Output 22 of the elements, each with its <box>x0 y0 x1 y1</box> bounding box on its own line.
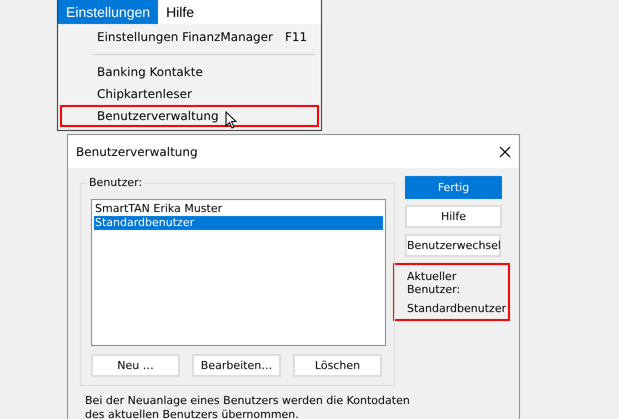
action-button[interactable]: Benutzerwechsel <box>405 234 501 257</box>
list-item[interactable]: Standardbenutzer <box>94 216 383 230</box>
menu-item[interactable]: Banking Kontakte <box>97 65 203 79</box>
menu-item[interactable]: Einstellungen FinanzManager <box>97 30 273 44</box>
action-button[interactable]: Bearbeiten… <box>192 354 281 377</box>
window-title: Benutzerverwaltung <box>76 144 198 158</box>
user-list[interactable]: SmartTAN Erika Muster Standardbenutzer <box>91 199 386 346</box>
primary-button[interactable]: Fertig <box>405 176 502 199</box>
action-button[interactable]: Hilfe <box>405 205 502 228</box>
cursor-icon <box>224 111 237 129</box>
shortcut-label: F11 <box>285 30 308 44</box>
menu-bar-item[interactable]: Einstellungen <box>58 0 158 24</box>
current-user-value: Standardbenutzer <box>407 302 508 315</box>
list-item[interactable]: SmartTAN Erika Muster <box>94 202 383 216</box>
close-icon[interactable] <box>499 146 511 158</box>
group-label: Benutzer: <box>87 176 144 189</box>
action-button[interactable]: Löschen <box>293 354 382 377</box>
menu-item[interactable]: Chipkartenleser <box>97 87 192 101</box>
info-text: Bei der Neuanlage eines Benutzers werden die Kontodaten des aktuellen Benutzers übernommen. <box>85 394 411 419</box>
action-button[interactable]: Neu … <box>91 354 180 377</box>
menu-bar-item[interactable]: Hilfe <box>158 0 202 24</box>
current-user-label: Aktueller Benutzer: <box>407 270 462 296</box>
